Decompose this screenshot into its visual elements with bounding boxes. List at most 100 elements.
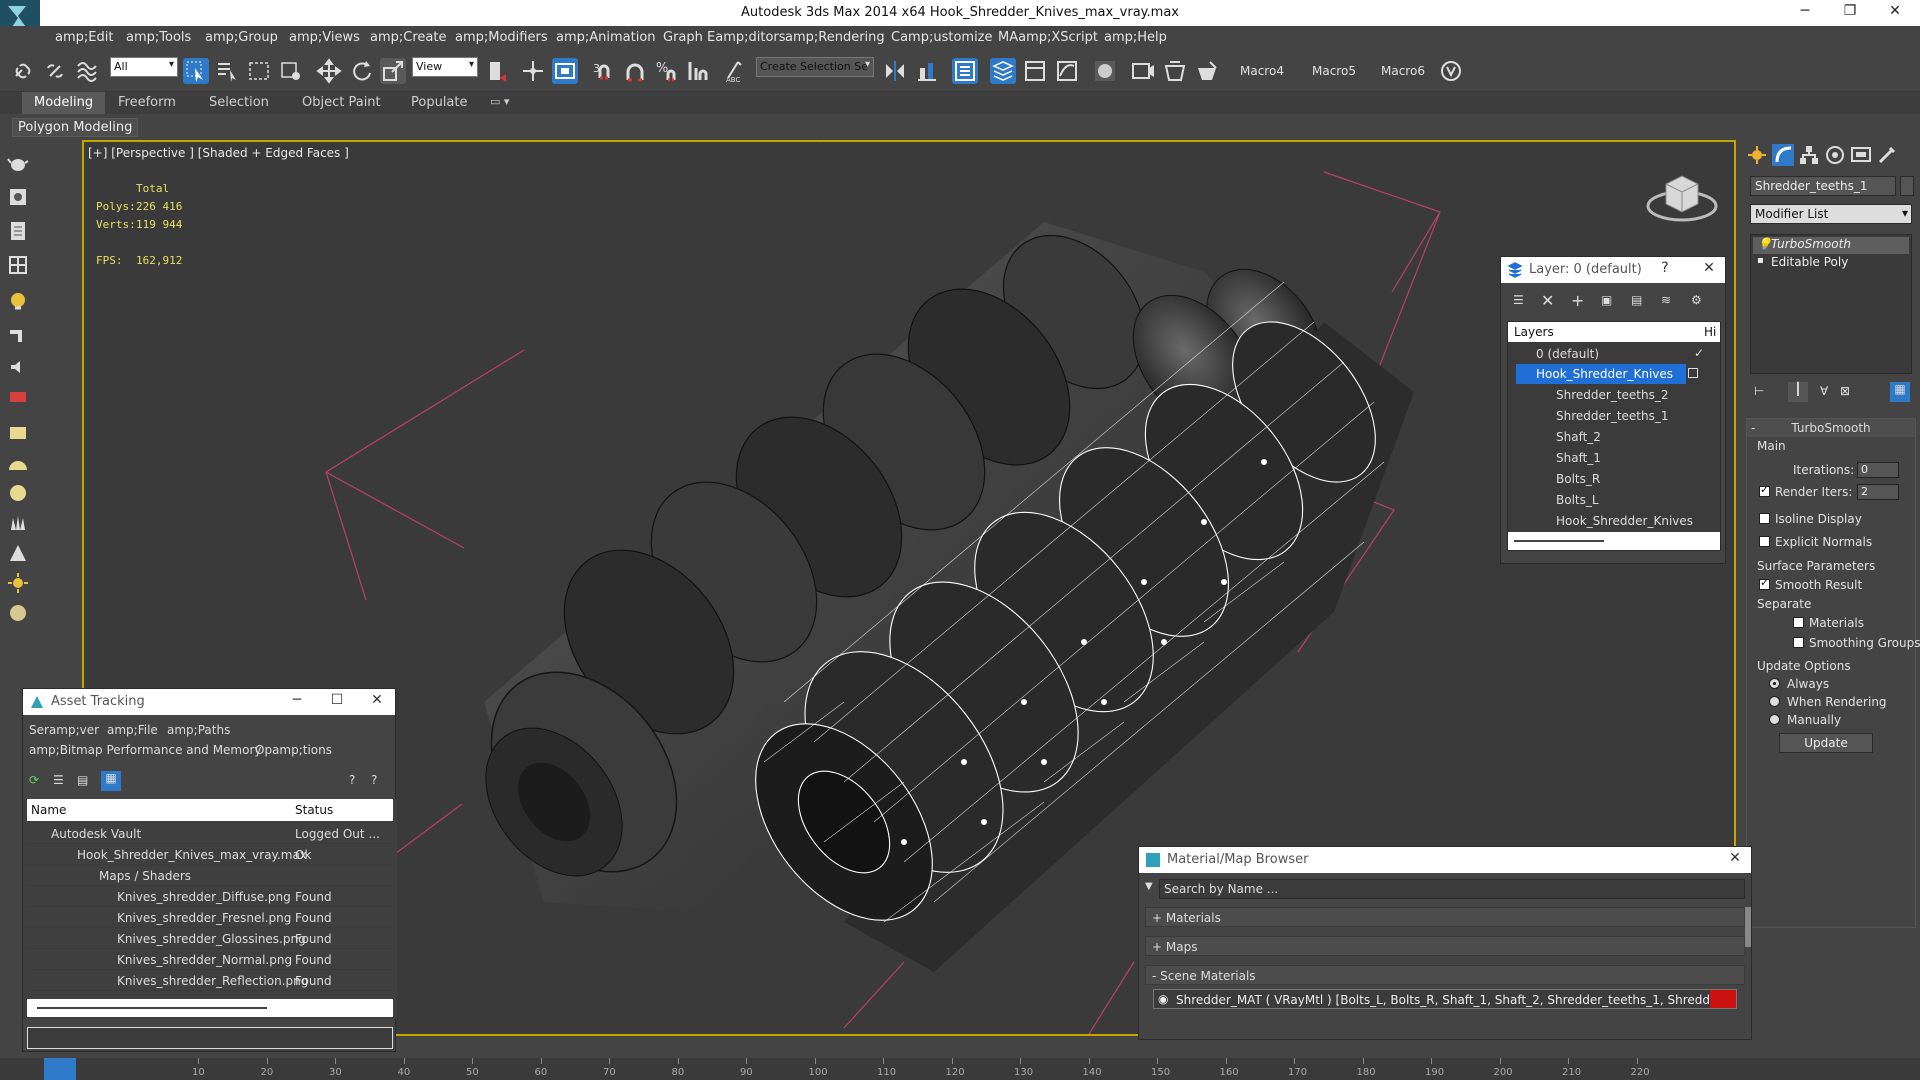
ribbon-toggle-icon[interactable]: [1022, 58, 1048, 84]
add-selection-icon[interactable]: ▣: [1601, 293, 1612, 307]
menu-views[interactable]: amp;Views: [289, 30, 360, 45]
rendered-frame-window-icon[interactable]: [1162, 58, 1188, 84]
layer-row[interactable]: Hook_Shredder_Knives: [1516, 364, 1686, 384]
curve-editor-icon[interactable]: [1054, 58, 1080, 84]
pin-stack-icon[interactable]: ⊢: [1754, 384, 1764, 398]
tab-modeling[interactable]: Modeling: [22, 92, 106, 114]
material-browser-scrollbar[interactable]: [1745, 907, 1751, 947]
menu-maxscript[interactable]: MAamp;XScript: [998, 30, 1098, 45]
layer-help-button[interactable]: ?: [1653, 260, 1677, 280]
align-icon[interactable]: [914, 58, 940, 84]
asset-col-status[interactable]: Status: [295, 803, 333, 817]
asset-table-scrollbar[interactable]: [27, 999, 393, 1017]
layer-row[interactable]: Shaft_1: [1516, 448, 1722, 468]
table-row[interactable]: Knives_shredder_Fresnel.png Found: [27, 907, 393, 928]
table-row[interactable]: Autodesk Vault Logged Out ...: [27, 823, 393, 844]
add-layer-icon[interactable]: +: [1571, 291, 1584, 310]
render-iters-spinner[interactable]: 2: [1857, 484, 1899, 500]
keyboard-shortcut-override-icon[interactable]: [552, 58, 578, 84]
tab-populate[interactable]: Populate: [411, 95, 468, 110]
asset-path-field[interactable]: [27, 1027, 393, 1049]
rotate-icon[interactable]: [348, 58, 374, 84]
delete-layer-icon[interactable]: ✕: [1541, 291, 1554, 310]
time-slider[interactable]: [44, 1058, 76, 1080]
make-unique-icon[interactable]: ∀: [1820, 384, 1828, 398]
angle-snap-icon[interactable]: [622, 58, 648, 84]
layers-column-header[interactable]: Layers: [1514, 325, 1554, 339]
paint-icon[interactable]: [7, 290, 29, 312]
asset-menu-options[interactable]: Opamp;tions: [255, 743, 332, 757]
list-view-icon[interactable]: ☰: [53, 773, 64, 787]
unlink-icon[interactable]: [42, 58, 68, 84]
percent-snap-icon[interactable]: %: [654, 58, 680, 84]
object-name-field[interactable]: Shredder_teeths_1: [1750, 176, 1896, 196]
pipe-icon[interactable]: [7, 324, 29, 346]
layer-row[interactable]: Bolts_L: [1516, 490, 1722, 510]
asset-menu-bitmap[interactable]: amp;Bitmap Performance and Memory: [29, 743, 262, 757]
viewport-label[interactable]: [+] [Perspective ] [Shaded + Edged Faces…: [88, 146, 349, 160]
snaps-toggle-icon[interactable]: 3: [590, 58, 616, 84]
layer-row[interactable]: Shredder_teeths_2: [1516, 385, 1722, 405]
layer-options-icon[interactable]: ⚙: [1691, 293, 1702, 307]
select-by-name-icon[interactable]: [214, 58, 240, 84]
reference-coordinate-dropdown[interactable]: View ▾: [412, 57, 478, 77]
table-row[interactable]: Maps / Shaders: [27, 865, 393, 886]
motion-tab-icon[interactable]: [1824, 144, 1846, 166]
macro5-button[interactable]: Macro5: [1312, 64, 1356, 78]
render-production-icon[interactable]: [1194, 58, 1220, 84]
modifier-list-dropdown[interactable]: Modifier List ▾: [1750, 204, 1912, 224]
table-view-icon[interactable]: ▤: [77, 773, 88, 787]
menu-animation[interactable]: amp;Animation: [556, 30, 656, 45]
timeline[interactable]: 10 20 30 40 50 60 70 80 90 100 110 120 130 140 150 160 1…: [0, 1058, 1920, 1080]
explicit-normals-checkbox[interactable]: [1759, 536, 1770, 547]
configure-modifier-sets-icon[interactable]: ▦: [1890, 382, 1910, 402]
move-icon[interactable]: [316, 58, 342, 84]
asset-menu-file[interactable]: amp;File: [107, 723, 158, 737]
modify-tab-icon[interactable]: [1772, 144, 1794, 166]
material-browser-titlebar[interactable]: Material/Map Browser: [1139, 847, 1751, 873]
create-tab-icon[interactable]: [1746, 144, 1768, 166]
scrollbar-thumb[interactable]: [1514, 540, 1604, 542]
polygon-modeling-label[interactable]: Polygon Modeling: [12, 118, 139, 137]
sound-icon[interactable]: [7, 356, 29, 378]
search-options-icon[interactable]: ▼: [1145, 881, 1153, 892]
render-icon[interactable]: [7, 186, 29, 208]
question-icon[interactable]: ?: [371, 773, 377, 787]
minimize-button[interactable]: ─: [1790, 3, 1820, 23]
layer-hide-toggle[interactable]: [1688, 368, 1698, 378]
named-selection-input[interactable]: Create Selection Se ▾: [756, 57, 874, 77]
stack-item-editable-poly[interactable]: ▪ Editable Poly: [1753, 255, 1909, 272]
grid-view-icon[interactable]: ▦: [101, 771, 121, 791]
separate-smoothing-groups-checkbox[interactable]: [1793, 637, 1804, 648]
render-setup-icon[interactable]: [1130, 58, 1156, 84]
menu-create[interactable]: amp;Create: [370, 30, 446, 45]
display-tab-icon[interactable]: [1850, 144, 1872, 166]
update-when-rendering-radio[interactable]: [1769, 696, 1780, 707]
spinner-snap-icon[interactable]: [686, 58, 712, 84]
menu-tools[interactable]: amp;Tools: [126, 30, 191, 45]
macro6-button[interactable]: Macro6: [1381, 64, 1425, 78]
expand-icon[interactable]: ▪: [1757, 255, 1764, 266]
layer-explorer-icon[interactable]: [990, 58, 1016, 84]
tab-selection[interactable]: Selection: [209, 95, 269, 110]
select-layer-icon[interactable]: ▤: [1631, 293, 1642, 307]
table-row[interactable]: Hook_Shredder_Knives_max_vray.max Ok: [27, 844, 393, 865]
layer-row[interactable]: Shredder_teeths_1: [1516, 406, 1722, 426]
tab-freeform[interactable]: Freeform: [118, 95, 176, 110]
material-browser-close-button[interactable]: ✕: [1723, 850, 1747, 870]
scale-icon[interactable]: [380, 58, 406, 84]
dome-icon[interactable]: [7, 452, 29, 474]
refresh-icon[interactable]: ⟳: [29, 773, 39, 787]
update-button[interactable]: Update: [1779, 733, 1873, 753]
cone-icon[interactable]: [7, 542, 29, 564]
box-icon[interactable]: [7, 422, 29, 444]
vray-logo-icon[interactable]: [1438, 58, 1464, 84]
lightbulb-icon[interactable]: 💡: [1757, 237, 1772, 251]
asset-col-name[interactable]: Name: [31, 803, 66, 817]
layer-row[interactable]: Shaft_2: [1516, 427, 1722, 447]
layer-row[interactable]: Hook_Shredder_Knives: [1516, 511, 1722, 531]
document-icon[interactable]: [7, 220, 29, 242]
iterations-spinner[interactable]: 0: [1857, 462, 1899, 478]
grid-icon[interactable]: [7, 254, 29, 276]
material-search-input[interactable]: Search by Name ...: [1159, 879, 1745, 899]
